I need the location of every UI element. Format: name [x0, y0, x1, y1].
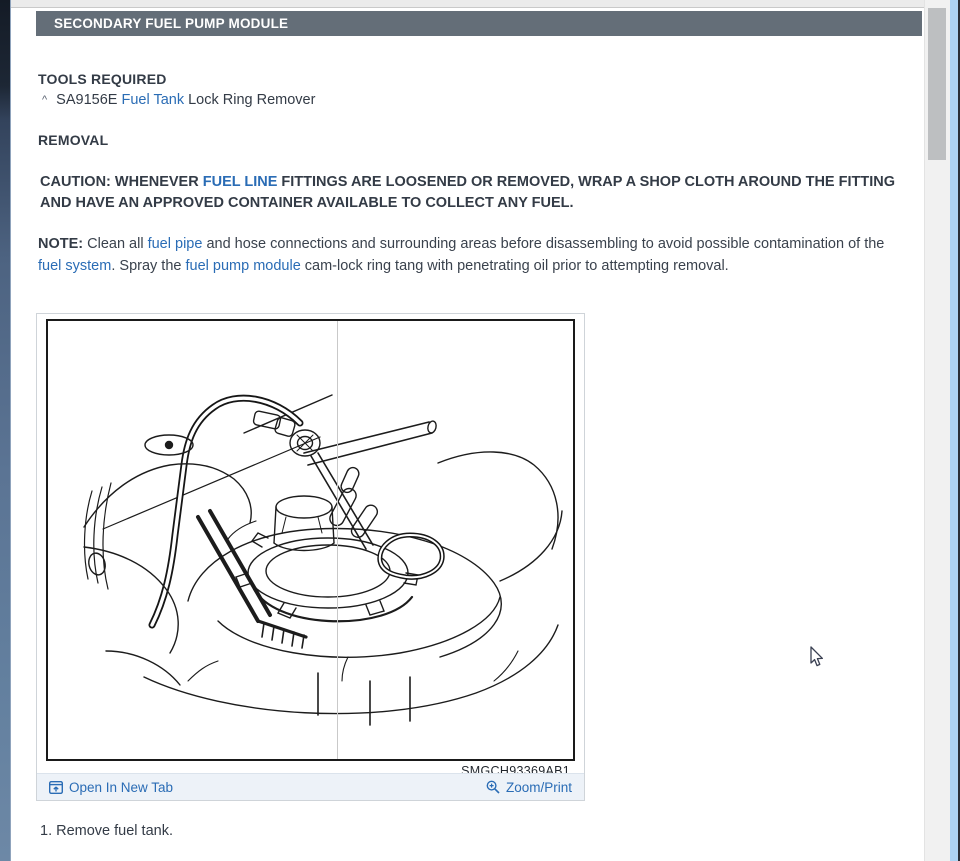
caution-text: WHENEVER: [110, 174, 203, 190]
note-text-4: cam-lock ring tang with penetrating oil …: [300, 257, 729, 274]
fuel-system-link[interactable]: fuel system: [38, 258, 111, 274]
removal-heading: REMOVAL: [38, 132, 109, 148]
fuel-tank-illustration: [83, 394, 563, 726]
section-title: SECONDARY FUEL PUMP MODULE: [54, 16, 289, 31]
zoom-print-button[interactable]: Zoom/Print: [486, 780, 572, 795]
figure-toolbar: Open In New Tab Zoom/Print: [37, 773, 584, 800]
vertical-scrollbar-thumb[interactable]: [928, 8, 946, 160]
figure-panel: SMGCH93369AB1 Open In New Tab Zoom/Print: [36, 313, 585, 801]
scan-artifact-line: [337, 321, 338, 759]
tool-list-item: ^ SA9156E Fuel Tank Lock Ring Remover: [42, 92, 315, 108]
fuel-line-link[interactable]: FUEL LINE: [203, 174, 278, 190]
list-bullet: ^: [42, 94, 48, 106]
open-in-new-tab-button[interactable]: Open In New Tab: [49, 780, 173, 795]
note-label: NOTE:: [38, 236, 84, 252]
fuel-pipe-link[interactable]: fuel pipe: [148, 236, 203, 252]
note-paragraph: NOTE: Clean all fuel pipe and hose conne…: [38, 234, 898, 277]
top-divider-strip: [11, 0, 924, 8]
note-text-3: . Spray the: [111, 257, 186, 274]
note-text-1: Clean all: [83, 236, 148, 252]
mouse-cursor: [810, 646, 824, 667]
section-header-bar: SECONDARY FUEL PUMP MODULE: [36, 11, 922, 36]
page: SECONDARY FUEL PUMP MODULE TOOLS REQUIRE…: [0, 0, 960, 861]
step-1-text: 1. Remove fuel tank.: [40, 823, 173, 839]
caution-paragraph: CAUTION: WHENEVER FUEL LINE FITTINGS ARE…: [40, 172, 900, 214]
tools-required-heading: TOOLS REQUIRED: [38, 71, 167, 87]
tool-suffix: Lock Ring Remover: [184, 92, 316, 108]
open-in-new-tab-label: Open In New Tab: [69, 779, 174, 795]
caution-label: CAUTION:: [40, 174, 111, 190]
fuel-tank-link[interactable]: Fuel Tank: [121, 92, 184, 108]
right-accent-strip: [950, 0, 958, 861]
figure-image[interactable]: [46, 319, 575, 761]
tool-code: SA9156E: [56, 92, 122, 108]
zoom-magnifier-icon: [486, 780, 500, 794]
note-text-2: and hose connections and surrounding are…: [202, 236, 885, 252]
zoom-print-label: Zoom/Print: [505, 779, 572, 795]
fuel-pump-module-link[interactable]: fuel pump module: [186, 258, 301, 274]
left-background-strip: [0, 0, 11, 861]
open-in-new-tab-icon: [49, 780, 63, 794]
